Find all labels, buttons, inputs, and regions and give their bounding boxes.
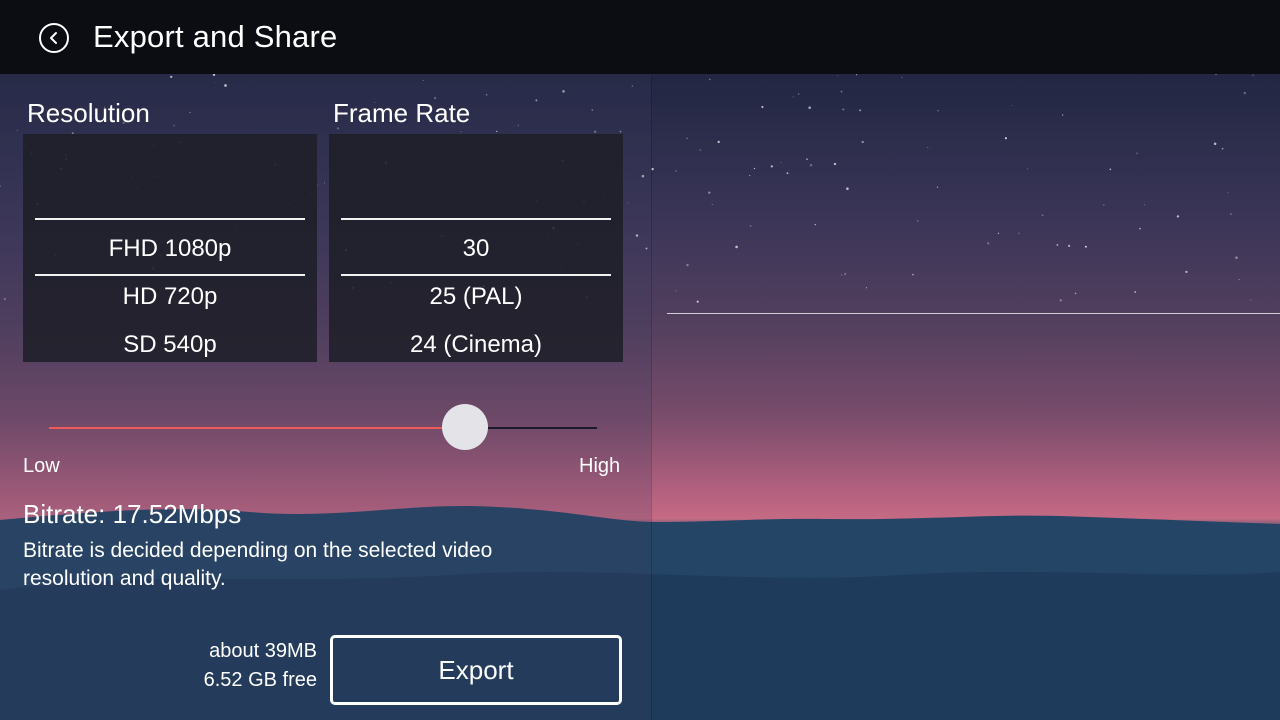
frame-rate-option-25[interactable]: 25 (PAL)	[329, 277, 623, 317]
free-space: 6.52 GB free	[203, 669, 317, 691]
top-bar: Export and Share	[0, 0, 1280, 74]
back-arrow-icon	[50, 32, 57, 44]
resolution-label: Resolution	[27, 98, 150, 128]
quality-slider[interactable]	[49, 404, 597, 452]
picker-selection-top-line	[341, 218, 611, 220]
slider-thumb[interactable]	[442, 404, 488, 450]
resolution-option-fhd[interactable]: FHD 1080p	[23, 229, 317, 269]
page-title: Export and Share	[93, 19, 338, 54]
resolution-picker[interactable]: FHD 1080p HD 720p SD 540p	[23, 134, 317, 362]
picker-selection-bottom-line	[35, 274, 305, 276]
preview-scrubber-line	[667, 313, 1280, 314]
frame-rate-option-24[interactable]: 24 (Cinema)	[329, 325, 623, 365]
storage-info: about 39MB 6.52 GB free	[150, 637, 317, 695]
bitrate-value: Bitrate: 17.52Mbps	[23, 499, 242, 529]
frame-rate-option-30[interactable]: 30	[329, 229, 623, 269]
slider-track-fill	[49, 427, 465, 429]
picker-selection-bottom-line	[341, 274, 611, 276]
estimated-file-size: about 39MB	[209, 640, 317, 662]
back-button[interactable]	[39, 23, 69, 53]
quality-high-label: High	[579, 455, 621, 477]
resolution-option-sd[interactable]: SD 540p	[23, 325, 317, 365]
export-screen: Export and Share Resolution FHD 1080p HD…	[0, 0, 1280, 720]
panel-divider	[651, 74, 652, 720]
picker-selection-top-line	[35, 218, 305, 220]
frame-rate-picker[interactable]: 30 25 (PAL) 24 (Cinema)	[329, 134, 623, 362]
bitrate-description: Bitrate is decided depending on the sele…	[23, 539, 493, 590]
export-button[interactable]: Export	[330, 635, 622, 705]
resolution-option-hd[interactable]: HD 720p	[23, 277, 317, 317]
quality-low-label: Low	[23, 455, 60, 477]
frame-rate-label: Frame Rate	[333, 98, 471, 128]
